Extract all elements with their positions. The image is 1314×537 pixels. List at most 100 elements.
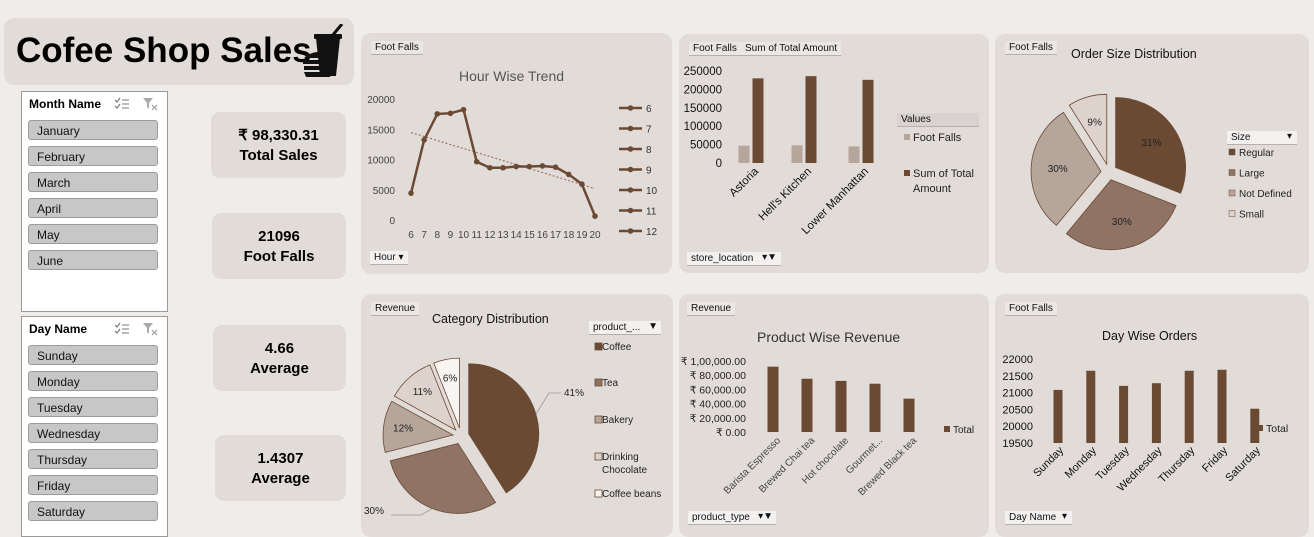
data-point [447, 110, 454, 117]
multi-select-icon[interactable] [114, 322, 130, 336]
slicer-item-friday[interactable]: Friday [28, 475, 158, 495]
bar [767, 366, 779, 432]
slicer-item-sunday[interactable]: Sunday [28, 345, 158, 365]
bar [869, 383, 881, 432]
product-revenue-panel: Revenue Product Wise Revenue ₹ 0.00 ₹ 20,… [679, 294, 989, 537]
slicer-item-tuesday[interactable]: Tuesday [28, 397, 158, 417]
axis-button-product-type[interactable]: product_type ▾▼ [688, 511, 776, 525]
category-panel: Revenue Category Distribution 41% 30% 12% 1… [361, 294, 673, 537]
data-point [552, 164, 559, 170]
data-point [526, 163, 533, 170]
legend-label: 7 [646, 125, 652, 136]
x-tick-label: 18 [563, 230, 575, 241]
hour-trend-chart: 050001000015000200006 7 8 9 10 11 12 13 14 15 16 17… [367, 95, 658, 241]
clear-filter-icon[interactable] [142, 97, 158, 111]
kpi-label: Foot Falls [243, 248, 315, 265]
y-tick-label: ₹ 20,000.00 [690, 413, 746, 425]
legend-swatch [594, 489, 603, 498]
legend-swatch [594, 452, 603, 461]
legend-label: Small [1239, 210, 1264, 221]
x-tick-label: 7 [421, 230, 427, 241]
slicer-item-wednesday[interactable]: Wednesday [28, 423, 158, 443]
bar-total-amount [805, 76, 817, 163]
filter-dropdown-icon: ▼ [648, 321, 658, 332]
kpi-value: ₹ 98,330.31 [238, 127, 319, 144]
data-point [500, 164, 506, 171]
legend-label: Total [1266, 423, 1288, 435]
y-tick-label: 100000 [684, 121, 722, 133]
slicer-item-february[interactable]: February [28, 146, 158, 166]
data-label: 9% [1087, 118, 1102, 129]
y-tick-label: 15000 [367, 125, 395, 136]
y-tick-label: 5000 [373, 186, 396, 197]
slicer-item-monday[interactable]: Monday [28, 371, 158, 391]
x-tick-label: 11 [472, 230, 483, 241]
month-slicer: Month Name January February March April … [21, 91, 168, 312]
legend-label: Coffee [602, 342, 632, 353]
data-point [565, 171, 572, 178]
slicer-item-april[interactable]: April [28, 198, 158, 218]
legend-swatch [594, 342, 603, 351]
product-revenue-chart: ₹ 0.00 ₹ 20,000.00 ₹ 40,000.00 ₹ 60,000.00 ₹… [681, 356, 974, 498]
y-tick-label: 150000 [684, 103, 722, 115]
x-tick-label: Astoria [727, 165, 761, 199]
legend-swatch [594, 415, 603, 424]
multi-select-icon[interactable] [114, 97, 130, 111]
slicer-item-january[interactable]: January [28, 120, 158, 140]
y-tick-label: 0 [716, 158, 722, 170]
slicer-item-june[interactable]: June [28, 250, 158, 270]
clear-filter-icon[interactable] [142, 322, 158, 336]
axis-button-store-location[interactable]: store_location ▾▼ [687, 252, 781, 266]
y-tick-label: 50000 [690, 140, 722, 152]
data-label: 30% [364, 506, 384, 517]
data-label: 6% [443, 374, 458, 385]
x-tick-label: 14 [511, 230, 523, 241]
legend-swatch [944, 426, 950, 432]
store-location-chart: 0 50000 100000 150000 200000 250000 AstoriaHel… [684, 66, 974, 237]
kpi-total-sales: ₹ 98,330.31 Total Sales [211, 112, 346, 178]
x-tick-label: 12 [484, 230, 496, 241]
bar-foot-falls [738, 145, 750, 163]
y-tick-label: 20000 [367, 95, 395, 106]
axis-button-day-name[interactable]: Day Name ▾ [1005, 511, 1072, 525]
bar [835, 380, 847, 432]
legend-label: Not Defined [1239, 189, 1292, 200]
slicer-item-march[interactable]: March [28, 172, 158, 192]
data-label: 30% [1048, 164, 1068, 175]
filter-dropdown-icon: ▾▼ [758, 511, 773, 522]
coffee-burger-icon [303, 24, 344, 77]
hour-trend-panel: Foot Falls Hour Wise Trend 0 5000 10000 150… [361, 33, 672, 274]
y-tick-label: 19500 [1002, 438, 1033, 450]
legend-label: 8 [646, 145, 652, 156]
legend-label: Regular [1239, 148, 1275, 159]
legend-values-header: Values [897, 113, 979, 127]
legend-label: 11 [646, 207, 657, 218]
legend-label: Chocolate [602, 465, 647, 476]
data-point [539, 163, 546, 169]
data-point [408, 190, 414, 196]
legend-marker [627, 207, 634, 214]
legend-swatch [1228, 148, 1236, 156]
axis-button-label: product_type [692, 512, 750, 523]
kpi-average-2: 1.4307 Average [215, 435, 346, 501]
legend-size-dropdown[interactable]: Size ▾ [1227, 131, 1297, 145]
data-point [473, 158, 480, 165]
x-tick-label: Friday [1200, 444, 1230, 474]
slicer-item-saturday[interactable]: Saturday [28, 501, 158, 521]
day-orders-panel: Foot Falls Day Wise Orders 19500 20000 205… [995, 294, 1309, 537]
axis-button-hour[interactable]: Hour ▾ [370, 251, 408, 265]
day-slicer: Day Name Sunday Monday Tuesday Wednesday… [21, 316, 168, 537]
bar [1119, 385, 1129, 443]
x-tick-label: Saturday [1223, 444, 1263, 484]
x-tick-label: Hell's Kitchen [757, 166, 814, 223]
x-tick-label: Sunday [1031, 444, 1066, 479]
order-size-panel: Foot Falls Order Size Distribution 31% 30… [995, 34, 1309, 273]
x-tick-label: 9 [448, 230, 454, 241]
legend-product-dropdown[interactable]: product_... ▼ [589, 321, 661, 335]
slicer-item-thursday[interactable]: Thursday [28, 449, 158, 469]
slicer-item-may[interactable]: May [28, 224, 158, 244]
legend-label: 10 [646, 186, 658, 197]
y-tick-label: 20000 [1002, 421, 1033, 433]
legend-marker [627, 166, 634, 173]
y-tick-label: ₹ 1,00,000.00 [681, 356, 746, 368]
